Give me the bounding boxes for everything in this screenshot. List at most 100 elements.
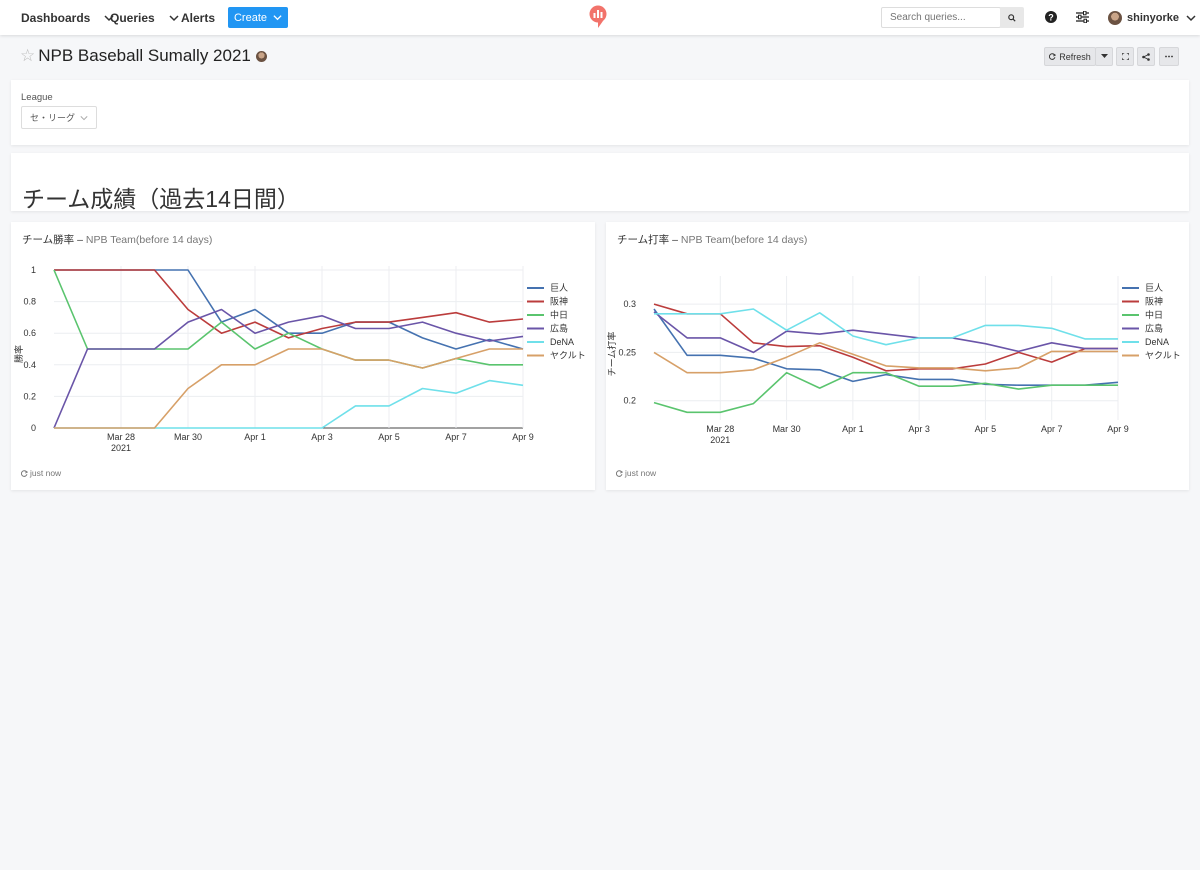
legend-label: DeNA [1145,337,1169,347]
x-tick-label: Mar 30 [174,432,202,442]
more-options-button[interactable] [1159,47,1179,66]
x-tick-label: Apr 9 [1107,424,1129,434]
chevron-down-icon [273,15,282,21]
nav-alerts-label: Alerts [181,10,216,25]
x-tick-label: Apr 7 [445,432,467,442]
y-tick-label: 0.4 [23,360,36,370]
param-label-league: League [21,92,53,103]
share-icon [1142,52,1150,61]
x-tick-label: Apr 3 [311,432,333,442]
series-line-広島 [53,308,524,429]
x-tick-label: 2021 [111,443,131,453]
chevron-down-icon [1186,14,1196,21]
y-tick-label: 0.2 [23,391,36,401]
y-axis-label: 勝率 [13,345,24,363]
share-button[interactable] [1137,47,1155,66]
widget-title-main: チーム勝率 [22,234,75,246]
username: shinyorke [1127,11,1179,24]
series-line-中日 [53,269,523,369]
widget-title-sep: – [672,234,678,246]
top-navbar: Dashboards Queries Alerts Create ? [0,0,1200,35]
refresh-icon [21,469,28,477]
legend-label: 中日 [550,309,568,320]
parameters-panel [11,80,1189,145]
fullscreen-button[interactable] [1116,47,1134,66]
y-tick-label: 1 [31,265,36,275]
y-axis-label: チーム打率 [606,332,617,377]
legend-label: ヤクルト [550,351,586,361]
nav-dashboards[interactable]: Dashboards [21,0,114,35]
series-line-ヤクルト [653,342,1118,374]
x-tick-label: Apr 5 [378,432,400,442]
legend-label: 広島 [1145,323,1163,334]
refresh-options-button[interactable] [1095,47,1113,66]
legend-label: 阪神 [550,296,568,307]
chevron-down-icon [169,14,179,21]
create-button[interactable]: Create [228,7,288,28]
section-heading: チーム成績（過去14日間） [22,186,300,212]
x-tick-label: Apr 1 [842,424,864,434]
series-line-広島 [653,311,1118,354]
legend-label: 巨人 [550,283,568,293]
refresh-icon [616,469,623,477]
legend-label: 阪神 [1145,296,1163,307]
refresh-icon [1049,53,1057,60]
x-tick-label: Apr 1 [244,432,266,442]
widget-title[interactable]: チーム勝率 – NPB Team(before 14 days) [22,232,212,247]
user-menu[interactable]: shinyorke [1108,0,1196,35]
legend-label: ヤクルト [1145,351,1181,361]
widget-query-name: NPB Team(before 14 days) [680,234,808,246]
y-tick-label: 0.6 [23,328,36,338]
owner-avatar [255,50,267,62]
y-tick-label: 0.8 [23,297,36,307]
x-tick-label: Apr 5 [975,424,997,434]
nav-dashboards-label: Dashboards [21,10,91,25]
refresh-button[interactable]: Refresh [1044,47,1096,66]
x-tick-label: Mar 30 [773,424,801,434]
y-tick-label: 0 [31,423,36,433]
search-button[interactable] [1000,7,1024,28]
help-button[interactable]: ? [1043,9,1059,25]
x-tick-label: Apr 9 [512,432,534,442]
widget-query-name: NPB Team(before 14 days) [85,234,213,246]
nav-queries[interactable]: Queries [110,0,179,35]
search-icon [1008,13,1016,22]
nav-queries-label: Queries [110,10,155,25]
create-button-label: Create [233,11,268,24]
caret-down-icon [1100,54,1108,58]
x-tick-label: Mar 28 [107,432,135,442]
widget-refresh-status[interactable]: just now [21,468,61,478]
x-tick-label: Mar 28 [706,424,734,434]
series-line-DeNA [54,379,524,429]
series-line-巨人 [653,308,1119,386]
nav-alerts[interactable]: Alerts [181,0,215,35]
legend-label: DeNA [550,337,574,347]
redash-logo-icon[interactable] [588,5,608,29]
chevron-down-icon [80,116,88,121]
favorite-star-icon[interactable]: ☆ [20,46,35,66]
search-input[interactable] [881,7,1001,28]
widget-refresh-status[interactable]: just now [616,468,656,478]
league-select-value: セ・リーグ [30,113,76,123]
settings-button[interactable] [1074,9,1090,25]
series-line-阪神 [54,269,524,339]
y-tick-label: 0.25 [618,347,636,357]
page-title: NPB Baseball Sumally 2021 [38,46,251,65]
league-select[interactable]: セ・リーグ [21,106,97,129]
widget-title-sep: – [77,234,83,246]
legend-label: 中日 [1145,309,1163,320]
win-rate-line-chart[interactable]: 0 0.2 0.4 0.6 0.8 1 Mar 282021 Mar 30 Apr 1 Apr 3… [11,256,595,466]
widget-title[interactable]: チーム打率 – NPB Team(before 14 days) [617,232,807,247]
batting-average-line-chart[interactable]: 0.2 0.25 0.3 Mar 282021 Mar 30 Apr 1 Apr 3 Apr … [606,256,1189,466]
legend-label: 広島 [550,323,568,334]
ellipsis-icon [1165,55,1173,58]
svg-text:?: ? [1048,12,1054,22]
widget-updated-text: just now [30,468,62,478]
x-tick-label: Apr 7 [1041,424,1063,434]
help-icon: ? [1045,11,1057,23]
y-tick-label: 0.3 [623,299,636,309]
widget-updated-text: just now [625,468,657,478]
avatar [1108,10,1122,25]
dashboard-header: ☆ NPB Baseball Sumally 2021 [20,45,267,67]
series-line-中日 [653,371,1118,414]
